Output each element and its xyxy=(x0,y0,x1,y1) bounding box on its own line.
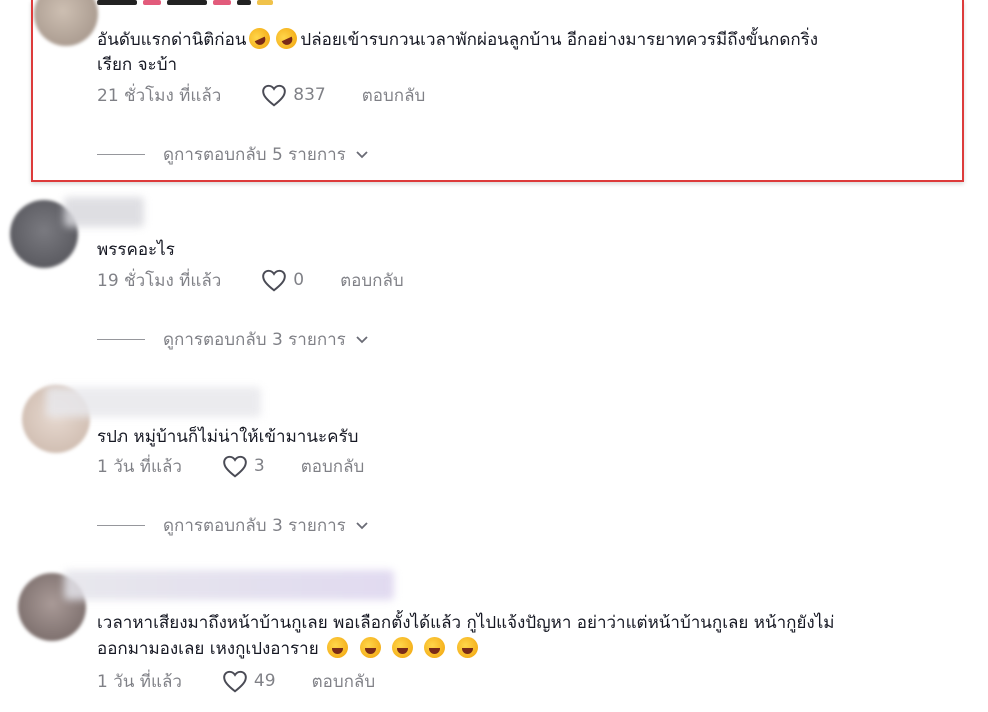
comment-text-line2: ออกมามองเลย เหงกูเปงอาราย xyxy=(97,636,481,663)
reply-button[interactable]: ตอบกลับ xyxy=(301,453,365,480)
grin-emoji-icon xyxy=(359,637,381,658)
comment-text-part: ออกมามองเลย เหงกูเปงอาราย xyxy=(97,639,319,659)
view-replies-label: ดูการตอบกลับ 3 รายการ xyxy=(163,515,346,536)
divider xyxy=(97,153,145,155)
grin-emoji-icon xyxy=(456,637,478,658)
like-button[interactable]: 3 xyxy=(222,454,265,478)
comment-time: 1 วัน ที่แล้ว xyxy=(97,671,182,692)
divider xyxy=(97,524,145,526)
comment-text: พรรคอะไร xyxy=(97,240,175,260)
chevron-down-icon xyxy=(356,336,368,344)
comment-text-line2: เรียก จะบ้า xyxy=(97,55,178,75)
username-redacted xyxy=(64,570,394,600)
view-replies-label: ดูการตอบกลับ 3 รายการ xyxy=(163,329,346,350)
grin-emoji-icon xyxy=(391,637,413,658)
comment-text: อันดับแรกด่านิติก่อน ปล่อยเข้ารบกวนเวลาพั… xyxy=(97,24,819,54)
reply-button[interactable]: ตอบกลับ xyxy=(312,668,376,695)
username-redacted xyxy=(64,197,144,227)
like-count: 49 xyxy=(253,671,276,691)
grin-emoji-icon xyxy=(424,637,446,658)
heart-outline-icon xyxy=(262,84,287,107)
rofl-emoji-icon xyxy=(245,24,274,53)
chevron-down-icon xyxy=(356,522,368,530)
comment-time: 19 ชั่วโมง ที่แล้ว xyxy=(97,270,222,291)
avatar[interactable] xyxy=(34,0,98,46)
comment-text: รปภ หมู่บ้านก็ไม่น่าให้เข้ามานะครับ xyxy=(97,427,359,447)
divider xyxy=(97,338,145,340)
username-redacted xyxy=(97,0,273,14)
view-replies-label: ดูการตอบกลับ 5 รายการ xyxy=(163,144,346,165)
view-replies-button[interactable]: ดูการตอบกลับ 5 รายการ xyxy=(97,142,370,166)
username-redacted xyxy=(46,387,261,417)
rofl-emoji-icon xyxy=(272,24,301,53)
comment-text: เวลาหาเสียงมาถึงหน้าบ้านกูเลย พอเลือกตั้… xyxy=(97,613,835,633)
comment-meta: 21 ชั่วโมง ที่แล้ว 837 ตอบกลับ xyxy=(97,82,425,108)
like-count: 837 xyxy=(293,85,326,105)
like-count: 0 xyxy=(293,270,305,290)
reply-button[interactable]: ตอบกลับ xyxy=(362,82,426,109)
like-button[interactable]: 49 xyxy=(222,669,276,693)
grin-emoji-icon xyxy=(327,637,349,658)
like-button[interactable]: 837 xyxy=(261,83,326,107)
like-button[interactable]: 0 xyxy=(261,268,304,292)
heart-outline-icon xyxy=(262,269,287,292)
comment-meta: 19 ชั่วโมง ที่แล้ว 0 ตอบกลับ xyxy=(97,267,404,293)
comment-time: 21 ชั่วโมง ที่แล้ว xyxy=(97,85,222,106)
like-count: 3 xyxy=(253,456,265,476)
view-replies-button[interactable]: ดูการตอบกลับ 3 รายการ xyxy=(97,327,370,351)
comment-meta: 1 วัน ที่แล้ว 49 ตอบกลับ xyxy=(97,668,375,694)
comment-meta: 1 วัน ที่แล้ว 3 ตอบกลับ xyxy=(97,453,364,479)
heart-outline-icon xyxy=(223,670,247,693)
chevron-down-icon xyxy=(356,151,368,159)
heart-outline-icon xyxy=(223,455,247,478)
comment-time: 1 วัน ที่แล้ว xyxy=(97,456,182,477)
comment-text-part: อันดับแรกด่านิติก่อน xyxy=(97,30,247,50)
view-replies-button[interactable]: ดูการตอบกลับ 3 รายการ xyxy=(97,513,370,537)
comment-text-part: ปล่อยเข้ารบกวนเวลาพักผ่อนลูกบ้าน อีกอย่า… xyxy=(300,30,819,50)
reply-button[interactable]: ตอบกลับ xyxy=(340,267,404,294)
